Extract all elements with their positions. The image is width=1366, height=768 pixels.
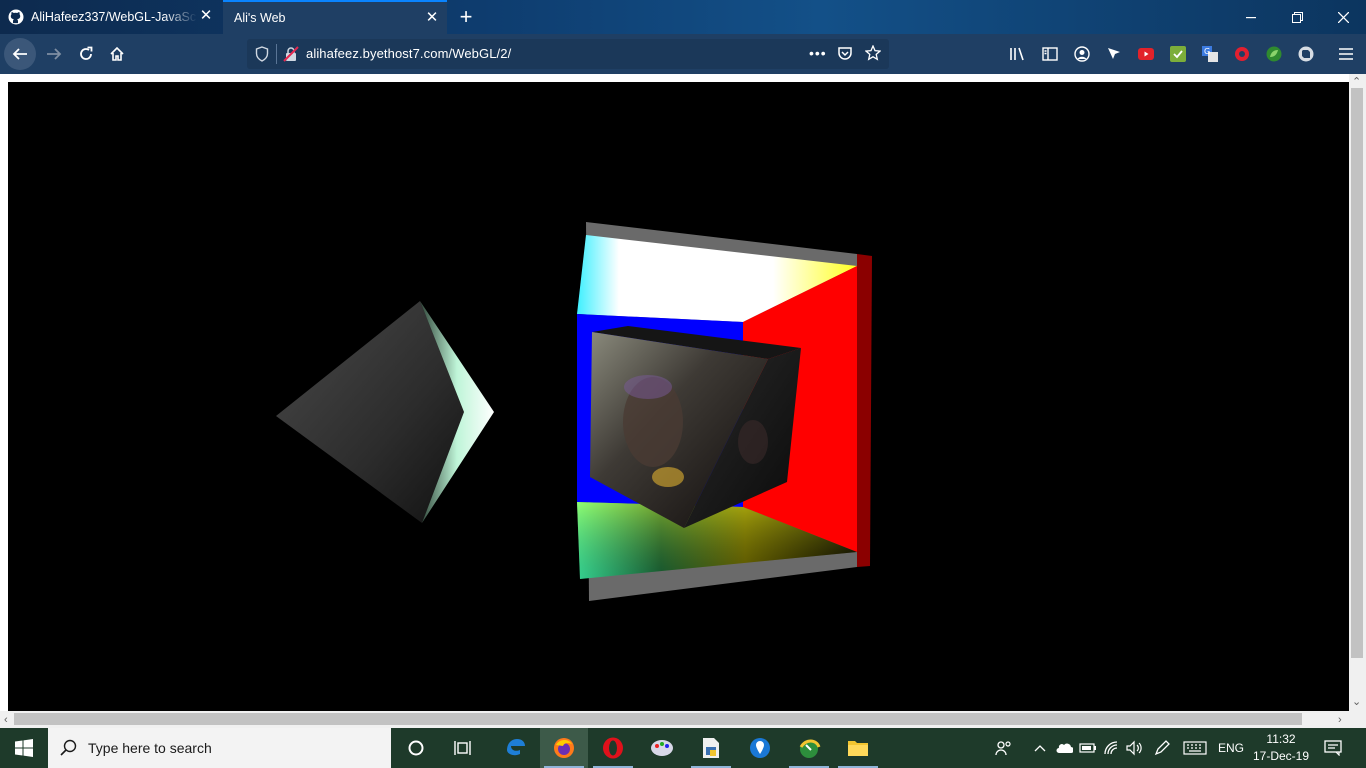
scroll-up-icon[interactable]: ⌃ — [1352, 76, 1361, 88]
tab-bar: AliHafeez337/WebGL-JavaScrip ✕ Ali's Web… — [0, 0, 1366, 34]
search-icon — [60, 739, 78, 762]
new-tab-button[interactable]: + — [456, 6, 476, 28]
sidebar-icon[interactable] — [1040, 44, 1060, 64]
vertical-scroll-thumb[interactable] — [1351, 88, 1363, 658]
home-icon — [110, 46, 124, 61]
reload-button[interactable] — [70, 38, 102, 70]
library-icon[interactable] — [1008, 44, 1028, 64]
people-icon[interactable] — [994, 738, 1014, 758]
clock-date: 17-Dec-19 — [1252, 749, 1310, 763]
python-file-icon[interactable] — [687, 728, 735, 768]
horizontal-scroll-thumb[interactable] — [14, 713, 1302, 725]
edge-browser-icon[interactable] — [491, 728, 539, 768]
chevron-up-icon[interactable] — [1030, 738, 1050, 758]
tab-title: AliHafeez337/WebGL-JavaScrip — [31, 10, 197, 24]
touch-keyboard-icon[interactable] — [1182, 738, 1208, 758]
scrollbar-corner — [1349, 711, 1366, 728]
minimize-button[interactable] — [1228, 0, 1274, 34]
close-icon[interactable]: ✕ — [425, 10, 439, 25]
notifications-icon[interactable] — [1323, 738, 1343, 758]
translate-extension-icon[interactable]: G — [1200, 44, 1220, 64]
maps-icon[interactable] — [736, 728, 784, 768]
page-content: ⌃ ⌄ ‹ › — [0, 74, 1366, 728]
youtube-extension-icon[interactable] — [1136, 44, 1156, 64]
close-icon[interactable]: ✕ — [199, 8, 213, 23]
shield-check-extension-icon[interactable] — [1168, 44, 1188, 64]
internet-download-manager-icon[interactable] — [785, 728, 833, 768]
bookmark-star-icon[interactable] — [864, 44, 882, 66]
gradient-pyramid — [276, 301, 494, 523]
close-icon — [1337, 11, 1349, 23]
cortana-icon[interactable] — [392, 728, 440, 768]
tab-alis-web[interactable]: Ali's Web ✕ — [223, 0, 447, 34]
reload-icon — [80, 46, 93, 60]
navigation-toolbar: alihafeez.byethost7.com/WebGL/2/ ••• G — [0, 34, 1366, 74]
task-view-icon[interactable] — [440, 728, 488, 768]
volume-icon[interactable] — [1124, 738, 1144, 758]
restore-icon — [1291, 11, 1303, 23]
cursor-extension-icon[interactable] — [1104, 44, 1124, 64]
paint-icon[interactable] — [638, 728, 686, 768]
firefox-icon[interactable] — [540, 728, 588, 768]
divider — [276, 44, 277, 64]
insecure-lock-icon[interactable] — [283, 46, 299, 67]
windows-taskbar: Type here to search ENG 11:32 17-Dec-19 — [0, 728, 1366, 768]
wifi-icon[interactable] — [1102, 738, 1122, 758]
account-icon[interactable] — [1072, 44, 1092, 64]
minimize-icon — [1246, 17, 1256, 19]
leaf-extension-icon[interactable] — [1264, 44, 1284, 64]
language-indicator[interactable]: ENG — [1218, 741, 1244, 755]
pocket-icon[interactable] — [837, 45, 853, 66]
menu-icon[interactable] — [1336, 44, 1356, 64]
search-placeholder: Type here to search — [88, 740, 212, 756]
scroll-down-icon[interactable]: ⌄ — [1352, 696, 1361, 708]
github-icon — [8, 9, 24, 25]
back-button[interactable] — [4, 38, 36, 70]
opera-icon[interactable] — [589, 728, 637, 768]
file-explorer-icon[interactable] — [834, 728, 882, 768]
tab-title: Ali's Web — [234, 11, 286, 25]
browser-window: AliHafeez337/WebGL-JavaScrip ✕ Ali's Web… — [0, 0, 1366, 768]
svg-text:G: G — [1204, 47, 1210, 56]
back-arrow-icon — [12, 48, 27, 60]
restore-button[interactable] — [1274, 0, 1320, 34]
pen-icon[interactable] — [1152, 738, 1172, 758]
windows-logo-icon — [15, 739, 33, 757]
scroll-left-icon[interactable]: ‹ — [4, 714, 8, 726]
battery-icon[interactable] — [1078, 738, 1098, 758]
scroll-right-icon[interactable]: › — [1338, 714, 1342, 726]
forward-arrow-icon — [47, 48, 62, 60]
shield-icon[interactable] — [255, 46, 269, 67]
clock[interactable]: 11:32 17-Dec-19 — [1250, 731, 1312, 765]
tab-github[interactable]: AliHafeez337/WebGL-JavaScrip ✕ — [0, 0, 221, 34]
address-bar[interactable]: alihafeez.byethost7.com/WebGL/2/ ••• — [247, 39, 889, 69]
forward-button[interactable] — [38, 38, 70, 70]
record-extension-icon[interactable] — [1232, 44, 1252, 64]
clock-time: 11:32 — [1266, 732, 1296, 746]
taskbar-search[interactable]: Type here to search — [48, 728, 391, 768]
webgl-canvas[interactable] — [8, 82, 1349, 711]
onedrive-icon[interactable] — [1054, 738, 1074, 758]
window-close-button[interactable] — [1320, 0, 1366, 34]
start-button[interactable] — [0, 728, 48, 768]
page-actions-icon[interactable]: ••• — [809, 45, 827, 61]
home-button[interactable] — [101, 38, 133, 70]
evernote-extension-icon[interactable] — [1296, 44, 1316, 64]
url-text[interactable]: alihafeez.byethost7.com/WebGL/2/ — [306, 46, 511, 61]
